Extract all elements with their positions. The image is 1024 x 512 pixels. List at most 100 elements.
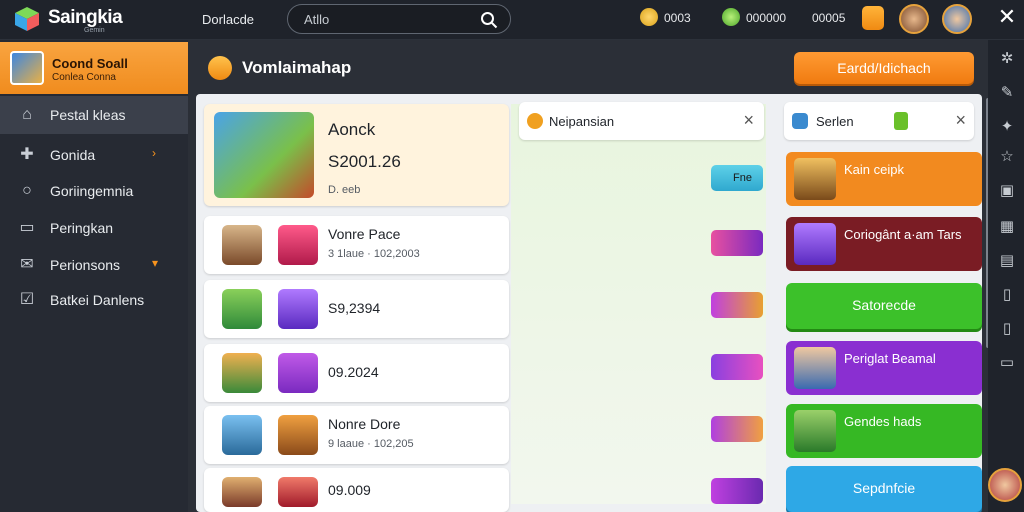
sidebar-item-games[interactable]: ✚ Gonida › xyxy=(0,136,188,174)
sidebar-item-label: Goriingemnia xyxy=(50,183,134,199)
sidebar-item-label: Batkei Danlens xyxy=(50,292,145,308)
document-icon[interactable]: ▯ xyxy=(998,320,1016,338)
featured-title: Aonck xyxy=(328,120,376,139)
document-icon[interactable]: ▯ xyxy=(998,286,1016,304)
category-card-2[interactable]: Coriogânt a·am Tars xyxy=(786,217,982,271)
card-image xyxy=(794,410,836,452)
checkbox-icon: ☑ xyxy=(19,291,35,308)
profile-name: Coond Soall xyxy=(52,56,128,71)
search-bar[interactable]: Atllo xyxy=(287,4,511,34)
user-avatar[interactable] xyxy=(988,468,1022,502)
gold-coin-icon xyxy=(640,8,658,26)
profile-header[interactable]: Coond Soall Conlea Conna xyxy=(0,42,188,94)
shop-bag-icon[interactable] xyxy=(862,6,884,30)
list-item[interactable]: 09.009 xyxy=(204,468,509,512)
close-icon[interactable]: ✕ xyxy=(996,4,1018,30)
card-title: Coriogânt a·am Tars xyxy=(844,227,962,242)
main-content: Vomlaimahap Eardd/Idichach Aonck S2001.2… xyxy=(188,40,988,512)
sidebar-item-messages[interactable]: ✉ Perionsons ▾ xyxy=(0,246,188,284)
content-panel: Aonck S2001.26 D. eeb Vonre Pace 3 1laue… xyxy=(196,94,982,512)
category-card-5[interactable]: Gendes hads xyxy=(786,404,982,458)
gem-count: 000000 xyxy=(746,11,787,25)
item-thumbnail xyxy=(278,477,318,507)
list-item[interactable]: 09.2024 xyxy=(204,344,509,402)
featured-price: S2001.26 xyxy=(328,152,401,171)
mid-panel-header: Neipansian × xyxy=(519,102,764,140)
card-icon: ▭ xyxy=(19,219,35,236)
reward-chip[interactable] xyxy=(711,416,763,442)
category-button-6[interactable]: Sepdnfcie xyxy=(786,466,982,512)
item-thumbnail xyxy=(222,225,262,265)
item-title: 09.2024 xyxy=(328,364,379,380)
list-item[interactable]: Nonre Dore 9 laaue · 102,205 xyxy=(204,406,509,464)
sidebar-item-label: Pestal kleas xyxy=(50,107,126,123)
inbox-icon[interactable]: ▣ xyxy=(998,182,1016,200)
item-thumbnail xyxy=(222,415,262,455)
item-thumbnail xyxy=(278,353,318,393)
user-avatar[interactable] xyxy=(942,4,972,34)
document-icon[interactable]: ▭ xyxy=(998,354,1016,372)
card-image xyxy=(794,223,836,265)
featured-thumbnail xyxy=(214,112,314,198)
gear-icon[interactable]: ✲ xyxy=(998,50,1016,68)
mail-icon: ✉ xyxy=(20,256,34,273)
sidebar-item-tasks[interactable]: ☑ Batkei Danlens xyxy=(0,281,188,319)
card-image xyxy=(794,347,836,389)
reward-chip[interactable] xyxy=(711,354,763,380)
pin-icon[interactable]: ✦ xyxy=(998,118,1016,136)
status-badge[interactable]: Fne xyxy=(711,165,763,191)
app-subtitle: Gemin xyxy=(84,27,105,34)
grid-icon[interactable]: ▦ xyxy=(998,218,1016,236)
search-icon: ○ xyxy=(22,182,32,199)
item-title: S9,2394 xyxy=(328,300,381,316)
item-meta: 9 laaue · 102,205 xyxy=(328,438,414,450)
card-title: Gendes hads xyxy=(844,414,922,429)
profile-avatar xyxy=(10,51,44,85)
gold-count: 0003 xyxy=(664,11,691,25)
reward-chip[interactable] xyxy=(711,292,763,318)
list-item[interactable]: S9,2394 xyxy=(204,280,509,338)
search-icon[interactable] xyxy=(480,11,498,29)
featured-item[interactable]: Aonck S2001.26 D. eeb xyxy=(204,104,509,206)
sidebar-item-home[interactable]: ⌂ Pestal kleas xyxy=(0,96,188,134)
energy-count: 00005 xyxy=(812,11,846,25)
search-input[interactable]: Atllo xyxy=(304,12,329,27)
item-thumbnail xyxy=(278,225,318,265)
item-title: 09.009 xyxy=(328,482,371,498)
sidebar-item-label: Peringkan xyxy=(50,220,114,236)
friend-avatar[interactable] xyxy=(899,4,929,34)
star-icon[interactable]: ☆ xyxy=(998,148,1016,166)
home-icon: ⌂ xyxy=(22,106,32,123)
reward-chip[interactable] xyxy=(711,478,763,504)
item-title: Vonre Pace xyxy=(328,226,401,242)
sidebar-item-search[interactable]: ○ Goriingemnia xyxy=(0,172,188,210)
close-icon[interactable]: × xyxy=(743,110,754,131)
right-panel-title: Serlen xyxy=(816,114,854,129)
list-item[interactable]: Vonre Pace 3 1laue · 102,2003 xyxy=(204,216,509,274)
item-title: Nonre Dore xyxy=(328,416,401,432)
category-card-1[interactable]: Kain ceipk xyxy=(786,152,982,206)
top-nav-link[interactable]: Dorlacde xyxy=(202,12,254,27)
item-thumbnail xyxy=(222,477,262,507)
featured-meta: D. eeb xyxy=(328,184,361,196)
gamepad-icon: ✚ xyxy=(20,146,34,163)
item-thumbnail xyxy=(222,289,262,329)
category-button-3[interactable]: Satorecde xyxy=(786,283,982,329)
spark-icon xyxy=(208,56,232,80)
chevron-down-icon: ▾ xyxy=(152,256,159,270)
card-title: Kain ceipk xyxy=(844,162,904,177)
right-panel-header: Serlen × xyxy=(784,102,974,140)
close-icon[interactable]: × xyxy=(955,110,966,131)
primary-action-button[interactable]: Eardd/Idichach xyxy=(794,52,974,84)
category-card-4[interactable]: Periglat Beamal xyxy=(786,341,982,395)
mid-panel-title: Neipansian xyxy=(549,114,615,129)
settings-icon xyxy=(792,113,808,129)
clipboard-icon[interactable]: ▤ xyxy=(998,252,1016,270)
pin-icon[interactable]: ✎ xyxy=(998,84,1016,102)
reward-chip[interactable] xyxy=(711,230,763,256)
sidebar-item-ranking[interactable]: ▭ Peringkan xyxy=(0,209,188,247)
tag-icon xyxy=(894,112,908,130)
card-image xyxy=(794,158,836,200)
cube-logo-icon xyxy=(15,7,39,31)
item-thumbnail xyxy=(222,353,262,393)
